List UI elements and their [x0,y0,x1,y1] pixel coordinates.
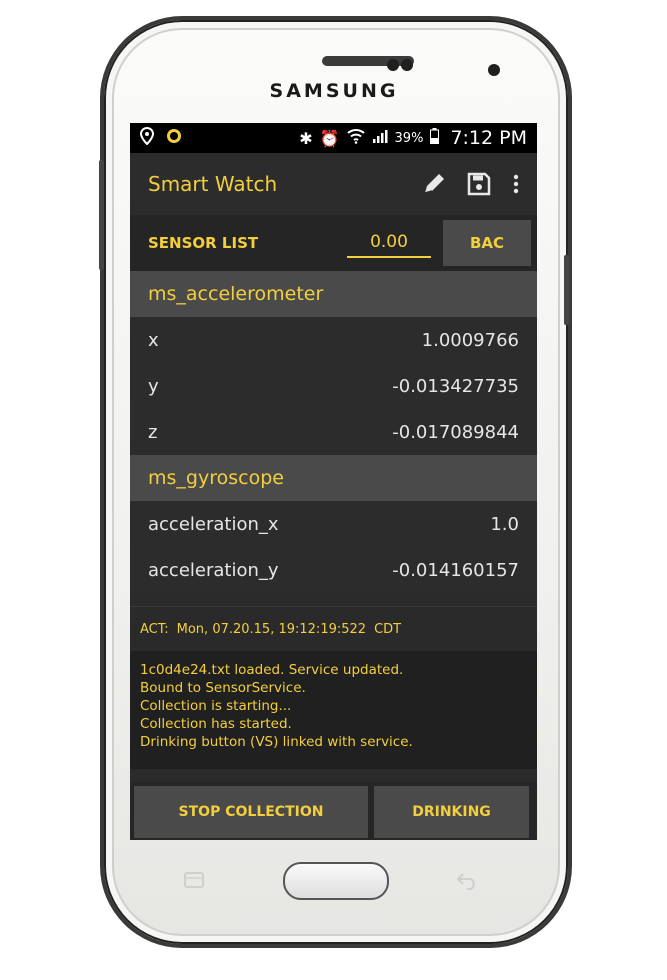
wifi-icon [346,128,365,149]
act-timestamp-bar: ACT: Mon, 07.20.15, 19:12:19:522 CDT [130,606,537,651]
brand-logo: SAMSUNG [269,80,399,102]
log-line: 1c0d4e24.txt loaded. Service updated. [140,662,404,678]
act-datetime: Mon, 07.20.15, 19:12:19:522 [176,621,367,637]
drinking-button[interactable]: DRINKING [374,786,529,838]
reading-value: -0.013427735 [392,375,519,397]
act-label: ACT: [140,621,169,637]
clock: 7:12 PM [450,127,527,149]
reading-key: acceleration_y [148,559,279,581]
app-title: Smart Watch [148,172,278,196]
reading-key: z [148,421,158,443]
reading-value: -0.017089844 [392,421,519,443]
log-line: Drinking button (VS) linked with service… [140,734,413,750]
sensor-reading-row: x 1.0009766 [130,317,537,363]
sensor-bar: SENSOR LIST BAC [130,215,537,271]
bac-button[interactable]: BAC [443,220,531,266]
save-icon[interactable] [467,172,491,196]
location-icon [139,126,155,150]
signal-icon [372,128,388,149]
bottom-button-bar: STOP COLLECTION DRINKING [130,782,537,840]
bluetooth-icon: ✱ [299,128,313,148]
reading-value: 1.0 [490,513,519,535]
app-bar: Smart Watch [130,153,537,215]
recent-apps-icon[interactable] [182,870,206,895]
battery-percent: 39% [394,130,424,146]
stop-collection-button[interactable]: STOP COLLECTION [134,786,368,838]
reading-key: acceleration_x [148,513,279,535]
sensor-reading-row: z -0.017089844 [130,409,537,455]
log-line: Collection is starting... [140,698,292,714]
log-line: Collection has started. [140,716,292,732]
sensor-reading-row: acceleration_x 1.0 [130,501,537,547]
sensor-reading-row: y -0.013427735 [130,363,537,409]
front-sensor [387,59,399,71]
power-button [564,255,569,325]
status-log: 1c0d4e24.txt loaded. Service updated. Bo… [130,651,537,769]
sensor-group-header: ms_gyroscope [130,455,537,501]
reading-value: -0.014160157 [392,559,519,581]
reading-value: 1.0009766 [421,329,519,351]
screen: ✱ ⏰ 39% 7:12 PM Smart Watch SENSOR LIST … [130,123,537,840]
alarm-icon: ⏰ [319,128,340,148]
sensor-list-label: SENSOR LIST [148,234,259,252]
sensor-reading-row: acceleration_y -0.014160157 [130,547,537,593]
sensor-group-header: ms_accelerometer [130,271,537,317]
overflow-menu-icon[interactable] [513,174,519,194]
watch-app-icon [164,127,184,150]
reading-key: x [148,329,159,351]
status-bar: ✱ ⏰ 39% 7:12 PM [130,123,537,153]
battery-icon [430,127,440,149]
sensor-list[interactable]: ms_accelerometer x 1.0009766 y -0.013427… [130,271,537,606]
reading-key: y [148,375,159,397]
bac-value-input[interactable] [347,228,431,258]
back-icon[interactable] [455,870,481,895]
front-sensor [401,59,413,71]
home-button[interactable] [283,862,389,900]
log-line: Bound to SensorService. [140,680,306,696]
act-timezone: CDT [374,621,402,637]
front-camera [488,64,500,76]
pencil-icon[interactable] [421,171,447,197]
volume-button [99,160,104,270]
